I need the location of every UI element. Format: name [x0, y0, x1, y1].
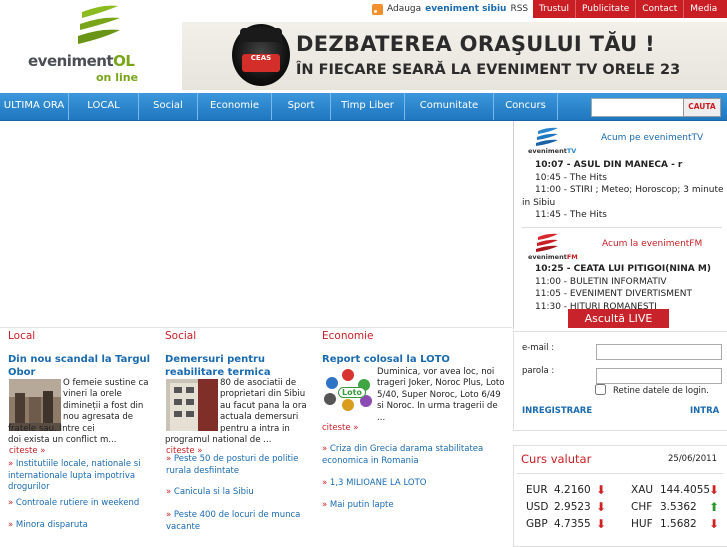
rss-site: eveniment sibiu [425, 4, 507, 14]
currency-code: USD [526, 501, 549, 513]
currency-value: 3.5362 [660, 501, 697, 513]
arrow-down-icon: ⬇ [709, 517, 720, 531]
register-link[interactable]: INREGISTRARE [522, 406, 592, 416]
remember-label: Retine datele de login. [613, 386, 709, 396]
news-link[interactable]: Minora disparuta [8, 520, 88, 532]
listen-live-button[interactable]: Ascultă LIVE [568, 309, 669, 328]
password-label: parola : [522, 366, 555, 376]
tv-now-playing: 10:07 - ASUL DIN MANECA - r [535, 160, 683, 170]
news-link[interactable]: Controale rutiere in weekend [8, 498, 139, 510]
article-thumbnail[interactable]: Loto [322, 367, 374, 419]
article-title[interactable]: Din nou scandal la Targul Obor [8, 354, 150, 379]
top-menu: Trustul Publicitate Contact Media [533, 0, 727, 18]
email-field[interactable] [596, 344, 722, 360]
arrow-down-icon: ⬇ [709, 483, 720, 497]
news-link[interactable]: Peste 50 de posturi de politierurala des… [166, 454, 298, 477]
tv-schedule-item: 11:45 - The Hits [535, 210, 607, 220]
nav-concurs[interactable]: Concurs [494, 93, 558, 120]
rss-suffix: RSS [510, 4, 529, 14]
password-field[interactable] [596, 368, 722, 384]
category-economie[interactable]: Economie [322, 330, 374, 342]
news-link[interactable]: 1,3 MILIOANE LA LOTO [322, 478, 427, 490]
top-menu-publicitate[interactable]: Publicitate [575, 0, 635, 18]
currency-title: Curs valutar [521, 452, 592, 466]
loto-label: Loto [338, 387, 366, 398]
currency-date: 25/06/2011 [668, 454, 717, 464]
nav-economie[interactable]: Economie [198, 93, 272, 120]
remember-checkbox[interactable] [595, 384, 606, 395]
arrow-up-icon: ⬆ [709, 500, 720, 514]
tv-schedule-item: 10:45 - The Hits [535, 172, 607, 183]
article-summary: Duminica, vor avea loc, noi trageri Joker… [377, 367, 505, 423]
header-banner[interactable]: CEAS DEZBATEREA ORAŞULUI TĂU ! ÎN FIECAR… [182, 22, 727, 90]
currency-code: GBP [526, 518, 548, 530]
news-link[interactable]: Canicula si la Sibiu [166, 487, 254, 499]
currency-value: 144.4055 [660, 484, 711, 496]
fm-now-playing: 10:25 - CEATA LUI PITIGOI(NINA M) [535, 264, 711, 274]
search-input[interactable] [591, 98, 685, 117]
currency-value: 4.7355 [554, 518, 591, 530]
rss-icon [372, 3, 383, 15]
fm-logo-icon [536, 233, 558, 252]
arrow-down-icon: ⬇ [596, 500, 607, 514]
nav-social[interactable]: Social [139, 93, 198, 120]
news-link[interactable]: Peste 400 de locuri de muncavacante [166, 510, 300, 533]
email-label: e-mail : [522, 343, 555, 353]
article-title[interactable]: Report colosal la LOTO [322, 354, 450, 367]
currency-code: XAU [631, 484, 654, 496]
nav-timp-liber[interactable]: Timp Liber [331, 93, 405, 120]
logo-swoosh-icon [78, 5, 120, 44]
logo-subtitle: on line [96, 71, 139, 84]
nav-ultima-ora[interactable]: ULTIMA ORA [0, 93, 69, 120]
banner-subline: ÎN FIECARE SEARĂ LA EVENIMENT TV ORELE 2… [296, 62, 681, 78]
banner-hat-icon [240, 28, 282, 42]
article-title[interactable]: Demersuri pentru reabilitare termica [165, 354, 271, 379]
rss-link[interactable]: Adauga eveniment sibiu RSS [372, 0, 528, 18]
logo-wordmark: evenimentOL [28, 52, 135, 70]
tv-schedule-item: in Sibiu [522, 197, 556, 208]
fm-schedule-item: 11:00 - BULETIN INFORMATIV [535, 276, 667, 287]
banner-badge: CEAS [242, 54, 280, 72]
fm-logo[interactable]: evenimentFM [528, 233, 578, 261]
arrow-down-icon: ⬇ [596, 483, 607, 497]
login-button[interactable]: INTRA [690, 406, 719, 416]
site-logo[interactable]: evenimentOL on line [18, 0, 148, 88]
category-local[interactable]: Local [8, 330, 35, 342]
article-summary: 80 de asociatii de proprietari din Sibiu a… [165, 378, 307, 446]
read-more-link[interactable]: citeste » [322, 423, 359, 433]
search-button[interactable]: CAUTA [683, 98, 721, 117]
article-summary: O femeie sustine ca vineri la orele dimine… [8, 378, 149, 446]
live-panel: evenimentTV Acum pe evenimentTV 10:07 - … [513, 121, 727, 329]
top-menu-media[interactable]: Media [683, 0, 723, 18]
news-link[interactable]: Institutiile locale, nationale siinterna… [8, 459, 141, 494]
currency-value: 4.2160 [554, 484, 591, 496]
currency-code: EUR [526, 484, 548, 496]
tv-logo[interactable]: evenimentTV [528, 127, 576, 155]
fm-heading[interactable]: Acum la evenimentFM [602, 238, 702, 251]
nav-comunitate[interactable]: Comunitate [405, 93, 494, 120]
read-more-link[interactable]: citeste » [9, 446, 46, 456]
nav-sport[interactable]: Sport [272, 93, 331, 120]
tv-heading[interactable]: Acum pe evenimentTV [601, 132, 703, 145]
article-thumbnail[interactable] [166, 379, 218, 431]
news-link[interactable]: Mai putin lapte [322, 500, 394, 512]
tv-logo-icon [536, 127, 558, 146]
arrow-down-icon: ⬇ [596, 517, 607, 531]
banner-headline: DEZBATEREA ORAŞULUI TĂU ! [296, 32, 656, 56]
currency-value: 1.5682 [660, 518, 697, 530]
tv-schedule-item: 11:00 - STIRI ; Meteo; Horoscop; 3 minut… [535, 185, 724, 195]
top-menu-contact[interactable]: Contact [635, 0, 683, 18]
news-link[interactable]: Criza din Grecia darama stabilitateaecon… [322, 444, 483, 467]
category-social[interactable]: Social [165, 330, 196, 342]
fm-schedule-item: 11:05 - EVENIMENT DIVERTISMENT [535, 289, 692, 299]
rss-prefix: Adauga [387, 4, 422, 14]
currency-code: HUF [631, 518, 653, 530]
currency-code: CHF [631, 501, 653, 513]
currency-value: 2.9523 [554, 501, 591, 513]
nav-local[interactable]: LOCAL [69, 93, 139, 120]
top-menu-trustul[interactable]: Trustul [533, 0, 575, 18]
